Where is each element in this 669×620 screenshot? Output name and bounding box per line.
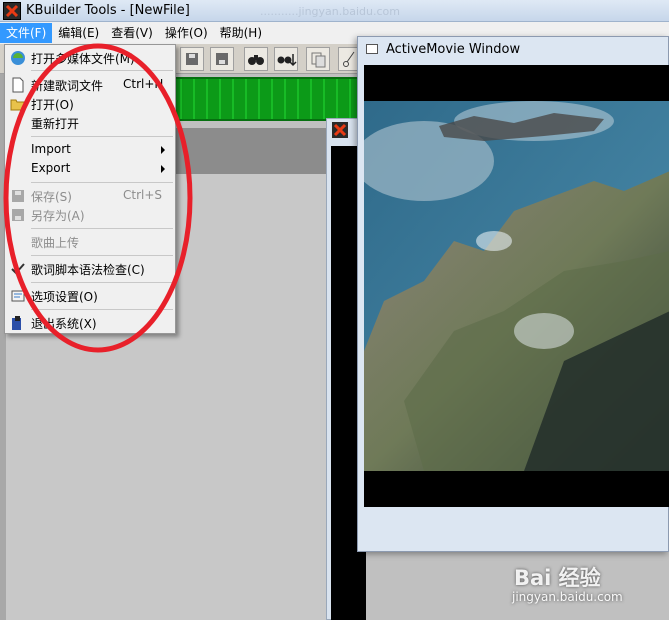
kbuilder-app-icon[interactable] bbox=[3, 2, 21, 20]
menu-separator bbox=[31, 255, 173, 256]
menu-item-options[interactable]: 选项设置(O) bbox=[5, 286, 175, 305]
exit-icon bbox=[12, 316, 21, 330]
menu-item-save-as[interactable]: 另存为(A) bbox=[5, 205, 175, 224]
menu-item-reopen[interactable]: 重新打开 bbox=[5, 113, 175, 132]
save-as-icon bbox=[12, 209, 24, 221]
toolbar-save-as-button[interactable] bbox=[210, 47, 234, 71]
menu-separator bbox=[31, 228, 173, 229]
copy-icon bbox=[311, 52, 326, 68]
main-title-bar: KBuilder Tools - [NewFile] ...........ji… bbox=[0, 0, 669, 22]
save-icon bbox=[186, 53, 198, 65]
window-title: KBuilder Tools - [NewFile] bbox=[26, 3, 190, 18]
activemovie-title: ActiveMovie Window bbox=[386, 42, 521, 57]
menu-separator bbox=[31, 182, 173, 183]
save-as-icon bbox=[216, 53, 228, 65]
syntax-check-icon bbox=[11, 263, 25, 275]
menu-file[interactable]: 文件(F) bbox=[0, 23, 53, 43]
menu-separator bbox=[31, 309, 173, 310]
child-window-icon[interactable] bbox=[332, 122, 348, 138]
menu-item-import[interactable]: Import bbox=[5, 140, 175, 159]
menu-separator bbox=[31, 70, 173, 71]
menu-item-save[interactable]: 保存(S) Ctrl+S bbox=[5, 186, 175, 205]
binoculars-icon bbox=[248, 55, 264, 65]
toolbar-find-button[interactable] bbox=[244, 47, 268, 71]
options-icon bbox=[11, 290, 25, 302]
toolbar-copy-button[interactable] bbox=[306, 47, 330, 71]
menu-operation[interactable]: 操作(O) bbox=[159, 23, 214, 43]
save-icon bbox=[12, 190, 24, 202]
menu-item-upload-song[interactable]: 歌曲上传 bbox=[5, 232, 175, 251]
watermark-brand: Bai 经验 bbox=[514, 566, 601, 590]
watermark-url: jingyan.baidu.com bbox=[512, 590, 623, 604]
menu-help[interactable]: 帮助(H) bbox=[214, 23, 268, 43]
submenu-arrow-icon bbox=[161, 165, 165, 173]
activemovie-window[interactable]: ActiveMovie Window bbox=[357, 36, 669, 552]
baidu-watermark: Bai 经验 jingyan.baidu.com bbox=[510, 560, 669, 620]
menu-item-exit[interactable]: 退出系统(X) bbox=[5, 313, 175, 332]
new-file-icon bbox=[12, 77, 24, 93]
toolbar-find-next-button[interactable] bbox=[274, 47, 298, 71]
submenu-arrow-icon bbox=[161, 146, 165, 154]
toolbar-save-button[interactable] bbox=[180, 47, 204, 71]
title-ghost-text: ...........jingyan.baidu.com bbox=[260, 5, 400, 18]
menu-item-open-media[interactable]: 打开多媒体文件(M) bbox=[5, 48, 175, 67]
menu-separator bbox=[31, 136, 173, 137]
find-next-icon bbox=[277, 54, 297, 67]
folder-open-icon bbox=[10, 99, 25, 111]
media-open-icon bbox=[11, 51, 25, 65]
menu-item-export[interactable]: Export bbox=[5, 159, 175, 178]
menu-view[interactable]: 查看(V) bbox=[105, 23, 159, 43]
menu-item-new-lyrics[interactable]: 新建歌词文件 Ctrl+N bbox=[5, 75, 175, 94]
file-menu-dropdown: 打开多媒体文件(M) 新建歌词文件 Ctrl+N 打开(O) 重新打开 Impo… bbox=[4, 44, 176, 334]
menu-separator bbox=[31, 282, 173, 283]
menu-item-syntax-check[interactable]: 歌词脚本语法检查(C) bbox=[5, 259, 175, 278]
window-icon bbox=[366, 44, 378, 54]
aerial-landscape-image bbox=[364, 101, 669, 471]
menu-edit[interactable]: 编辑(E) bbox=[52, 23, 105, 43]
video-frame[interactable] bbox=[364, 65, 669, 507]
menu-item-open[interactable]: 打开(O) bbox=[5, 94, 175, 113]
